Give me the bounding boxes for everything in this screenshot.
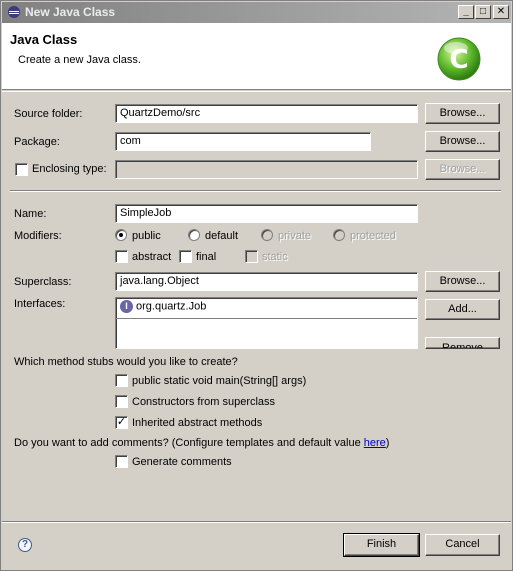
main-method-label: public static void main(String[] args) <box>132 375 307 387</box>
list-item[interactable]: Iorg.quartz.Job <box>120 300 206 316</box>
interfaces-label: Interfaces: <box>14 298 66 310</box>
modifier-private-radio[interactable] <box>261 229 273 241</box>
logo-letter: C <box>449 45 468 75</box>
constructors-checkbox[interactable] <box>115 395 128 408</box>
superclass-label: Superclass: <box>14 276 72 288</box>
wizard-header: Java Class Create a new Java class. C <box>2 23 511 90</box>
modifier-protected-radio[interactable] <box>333 229 345 241</box>
main-method-checkbox[interactable] <box>115 374 128 387</box>
remove-interface-button[interactable]: Remove <box>425 337 500 349</box>
enclosing-type-browse-button[interactable]: Browse... <box>425 159 500 180</box>
new-java-class-dialog: New Java Class _ □ ✕ Java Class Create a… <box>0 0 513 571</box>
modifier-final-label: final <box>196 251 217 263</box>
modifier-abstract-checkbox[interactable] <box>115 250 128 263</box>
source-folder-browse-button[interactable]: Browse... <box>425 103 500 124</box>
wizard-description: Create a new Java class. <box>18 54 141 66</box>
inherited-methods-checkbox[interactable]: ✓ <box>115 416 128 429</box>
modifier-private-label: private <box>278 230 312 242</box>
enclosing-type-checkbox[interactable] <box>15 163 28 176</box>
inherited-methods-label: Inherited abstract methods <box>132 417 263 429</box>
help-icon[interactable]: ? <box>18 538 32 552</box>
eclipse-icon <box>8 6 20 18</box>
superclass-browse-button[interactable]: Browse... <box>425 271 500 292</box>
modifier-public-radio[interactable] <box>115 229 127 241</box>
add-interface-button[interactable]: Add... <box>425 299 500 320</box>
enclosing-type-input[interactable] <box>115 160 418 179</box>
method-stubs-question: Which method stubs would you like to cre… <box>14 356 238 368</box>
comments-question: Do you want to add comments? (Configure … <box>14 437 390 449</box>
maximize-button[interactable]: □ <box>475 5 491 19</box>
source-folder-label: Source folder: <box>14 108 83 120</box>
footer-separator <box>2 521 511 523</box>
configure-templates-link[interactable]: here <box>364 437 386 449</box>
modifier-default-radio[interactable] <box>188 229 200 241</box>
source-folder-input[interactable]: QuartzDemo/src <box>115 104 418 123</box>
modifier-final-checkbox[interactable] <box>179 250 192 263</box>
enclosing-type-label: Enclosing type: <box>32 163 107 175</box>
minimize-button[interactable]: _ <box>458 5 474 19</box>
package-label: Package: <box>14 136 60 148</box>
generate-comments-label: Generate comments <box>132 456 232 468</box>
superclass-input[interactable]: java.lang.Object <box>115 272 418 291</box>
separator <box>10 190 501 192</box>
package-input[interactable]: com <box>115 132 371 151</box>
list-divider <box>116 318 417 319</box>
close-button[interactable]: ✕ <box>493 5 509 19</box>
java-class-logo-icon: C <box>437 37 481 81</box>
interface-name: org.quartz.Job <box>136 300 207 313</box>
name-label: Name: <box>14 208 47 220</box>
constructors-label: Constructors from superclass <box>132 396 276 408</box>
cancel-button[interactable]: Cancel <box>425 534 500 556</box>
check-mark-icon: ✓ <box>116 416 127 428</box>
class-name-input[interactable]: SimpleJob <box>115 204 418 223</box>
modifiers-label: Modifiers: <box>14 230 62 242</box>
modifier-abstract-label: abstract <box>132 251 172 263</box>
title-bar[interactable]: New Java Class _ □ ✕ <box>2 2 511 23</box>
header-separator <box>2 91 511 92</box>
interface-icon: I <box>120 300 133 313</box>
finish-button[interactable]: Finish <box>343 533 420 557</box>
interfaces-list[interactable]: Iorg.quartz.Job <box>115 297 418 349</box>
modifier-protected-label: protected <box>350 230 396 242</box>
modifier-public-label: public <box>132 230 161 242</box>
modifier-static-checkbox[interactable] <box>245 250 258 263</box>
modifier-default-label: default <box>205 230 239 242</box>
generate-comments-checkbox[interactable] <box>115 455 128 468</box>
modifier-static-label: static <box>262 251 288 263</box>
package-browse-button[interactable]: Browse... <box>425 131 500 152</box>
window-title: New Java Class <box>25 5 116 19</box>
wizard-title: Java Class <box>10 32 78 47</box>
